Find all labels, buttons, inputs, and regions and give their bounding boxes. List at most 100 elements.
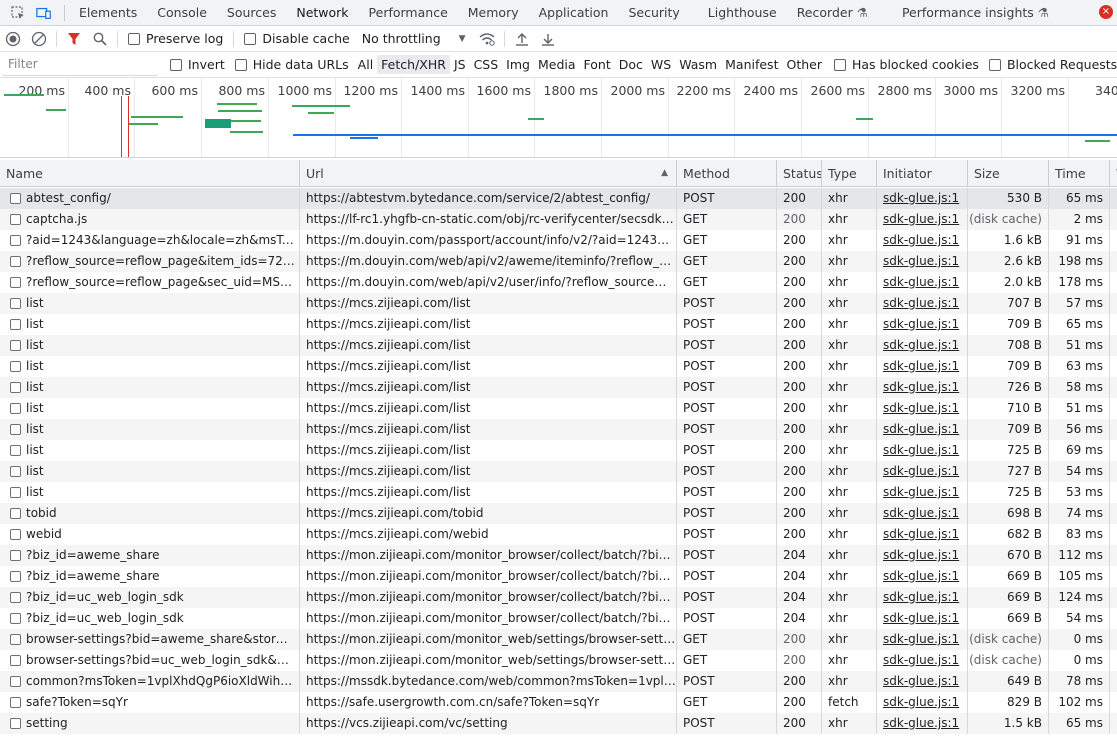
row-checkbox[interactable]: [10, 571, 21, 582]
row-checkbox[interactable]: [10, 340, 21, 351]
cell-initiator[interactable]: sdk-glue.js:1: [877, 587, 968, 608]
filter-type-wasm[interactable]: Wasm: [675, 55, 721, 74]
column-header-name[interactable]: Name: [0, 160, 300, 187]
cell-initiator[interactable]: sdk-glue.js:1: [877, 440, 968, 461]
column-header-initiator[interactable]: Initiator: [877, 160, 968, 187]
table-row[interactable]: list https://mcs.zijieapi.com/list POST 200…: [0, 335, 1117, 356]
table-row[interactable]: list https://mcs.zijieapi.com/list POST 200…: [0, 398, 1117, 419]
checkbox-box[interactable]: [988, 58, 1001, 71]
table-row[interactable]: ?biz_id=aweme_share https://mon.zijieapi.…: [0, 545, 1117, 566]
cell-initiator[interactable]: sdk-glue.js:1: [877, 314, 968, 335]
column-header-url[interactable]: Url ▲: [300, 160, 677, 187]
checkbox-box[interactable]: [128, 32, 140, 45]
filter-type-font[interactable]: Font: [580, 55, 615, 74]
filter-type-fetch-xhr[interactable]: Fetch/XHR: [377, 55, 450, 74]
row-checkbox[interactable]: [10, 634, 21, 645]
checkbox-box[interactable]: [170, 58, 182, 71]
table-row[interactable]: safe?Token=sqYr https://safe.usergrowth.c…: [0, 692, 1117, 713]
filter-icon[interactable]: [61, 26, 87, 52]
row-checkbox[interactable]: [10, 235, 21, 246]
has-blocked-cookies-checkbox[interactable]: Has blocked cookies: [833, 57, 979, 72]
row-checkbox[interactable]: [10, 214, 21, 225]
record-button[interactable]: [0, 26, 26, 52]
table-row[interactable]: common?msToken=1vplXhdQgP6ioXldWih0pa9..…: [0, 671, 1117, 692]
cell-initiator[interactable]: sdk-glue.js:1: [877, 209, 968, 230]
tab-performance[interactable]: Performance: [359, 0, 458, 25]
blocked-requests-checkbox[interactable]: Blocked Requests: [988, 57, 1117, 72]
row-checkbox[interactable]: [10, 361, 21, 372]
device-toolbar-icon[interactable]: [36, 5, 52, 21]
cell-initiator[interactable]: sdk-glue.js:1: [877, 650, 968, 671]
table-row[interactable]: tobid https://mcs.zijieapi.com/tobid POST 2…: [0, 503, 1117, 524]
clear-button[interactable]: [26, 26, 52, 52]
cell-initiator[interactable]: sdk-glue.js:1: [877, 629, 968, 650]
column-header-w[interactable]: W: [1110, 160, 1117, 187]
cell-initiator[interactable]: sdk-glue.js:1: [877, 230, 968, 251]
table-row[interactable]: setting https://vcs.zijieapi.com/vc/setti…: [0, 713, 1117, 734]
cell-initiator[interactable]: sdk-glue.js:1: [877, 293, 968, 314]
row-checkbox[interactable]: [10, 193, 21, 204]
filter-type-media[interactable]: Media: [534, 55, 580, 74]
table-row[interactable]: webid https://mcs.zijieapi.com/webid POST 2…: [0, 524, 1117, 545]
cell-initiator[interactable]: sdk-glue.js:1: [877, 398, 968, 419]
row-checkbox[interactable]: [10, 277, 21, 288]
row-checkbox[interactable]: [10, 466, 21, 477]
preserve-log-checkbox[interactable]: Preserve log: [128, 31, 223, 46]
network-conditions-icon[interactable]: [474, 26, 500, 52]
cell-initiator[interactable]: sdk-glue.js:1: [877, 377, 968, 398]
checkbox-box[interactable]: [234, 58, 247, 71]
cell-initiator[interactable]: sdk-glue.js:1: [877, 188, 968, 209]
table-row[interactable]: list https://mcs.zijieapi.com/list POST 200…: [0, 419, 1117, 440]
table-row[interactable]: list https://mcs.zijieapi.com/list POST 200…: [0, 377, 1117, 398]
filter-type-ws[interactable]: WS: [647, 55, 675, 74]
row-checkbox[interactable]: [10, 298, 21, 309]
cell-initiator[interactable]: sdk-glue.js:1: [877, 356, 968, 377]
cell-initiator[interactable]: sdk-glue.js:1: [877, 608, 968, 629]
hide-data-urls-checkbox[interactable]: Hide data URLs: [234, 57, 349, 72]
row-checkbox[interactable]: [10, 529, 21, 540]
cell-initiator[interactable]: sdk-glue.js:1: [877, 692, 968, 713]
filter-type-js[interactable]: JS: [450, 55, 470, 74]
tab-console[interactable]: Console: [147, 0, 217, 25]
row-checkbox[interactable]: [10, 676, 21, 687]
inspect-element-icon[interactable]: [10, 5, 26, 21]
row-checkbox[interactable]: [10, 445, 21, 456]
cell-initiator[interactable]: sdk-glue.js:1: [877, 524, 968, 545]
cell-initiator[interactable]: sdk-glue.js:1: [877, 419, 968, 440]
tab-sources[interactable]: Sources: [217, 0, 286, 25]
table-row[interactable]: browser-settings?bid=uc_web_login_sdk&st…: [0, 650, 1117, 671]
filter-type-manifest[interactable]: Manifest: [721, 55, 782, 74]
row-checkbox[interactable]: [10, 550, 21, 561]
tab-recorder[interactable]: Recorder ⚗: [787, 0, 878, 25]
tab-application[interactable]: Application: [529, 0, 619, 25]
cell-initiator[interactable]: sdk-glue.js:1: [877, 566, 968, 587]
row-checkbox[interactable]: [10, 403, 21, 414]
filter-type-css[interactable]: CSS: [470, 55, 503, 74]
cell-initiator[interactable]: sdk-glue.js:1: [877, 545, 968, 566]
invert-checkbox[interactable]: Invert: [170, 57, 225, 72]
table-row[interactable]: ?reflow_source=reflow_page&sec_uid=MS4wL…: [0, 272, 1117, 293]
column-header-time[interactable]: Time: [1049, 160, 1110, 187]
table-row[interactable]: list https://mcs.zijieapi.com/list POST 200…: [0, 293, 1117, 314]
cell-initiator[interactable]: sdk-glue.js:1: [877, 671, 968, 692]
cell-initiator[interactable]: sdk-glue.js:1: [877, 482, 968, 503]
cell-initiator[interactable]: sdk-glue.js:1: [877, 713, 968, 734]
network-overview-timeline[interactable]: 200 ms 400 ms 600 ms 800 ms 1000 ms 1200 ms 14…: [0, 78, 1117, 158]
throttling-select[interactable]: No throttling ▼: [362, 31, 466, 46]
checkbox-box[interactable]: [833, 58, 846, 71]
close-icon[interactable]: ×: [1099, 5, 1113, 19]
filter-input[interactable]: [2, 53, 158, 76]
filter-type-img[interactable]: Img: [502, 55, 534, 74]
import-har-icon[interactable]: [509, 26, 535, 52]
column-header-type[interactable]: Type: [822, 160, 877, 187]
cell-initiator[interactable]: sdk-glue.js:1: [877, 272, 968, 293]
row-checkbox[interactable]: [10, 424, 21, 435]
row-checkbox[interactable]: [10, 655, 21, 666]
filter-type-all[interactable]: All: [354, 55, 378, 74]
filter-type-doc[interactable]: Doc: [615, 55, 647, 74]
row-checkbox[interactable]: [10, 487, 21, 498]
tab-performance-insights[interactable]: Performance insights ⚗: [892, 0, 1059, 25]
row-checkbox[interactable]: [10, 319, 21, 330]
tab-network[interactable]: Network: [286, 0, 359, 25]
table-row[interactable]: list https://mcs.zijieapi.com/list POST 200…: [0, 356, 1117, 377]
